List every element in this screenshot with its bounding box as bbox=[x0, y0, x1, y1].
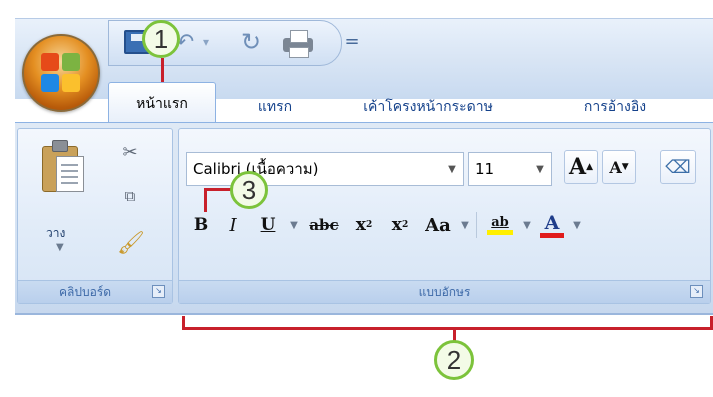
italic-label: I bbox=[229, 214, 237, 236]
clear-formatting-button[interactable]: ⌫ bbox=[660, 150, 696, 184]
font-name-combobox[interactable]: Calibri (เนื้อความ) ▼ bbox=[186, 152, 464, 186]
copy-button[interactable]: ⧉ bbox=[118, 184, 142, 208]
formatting-toolbar: B I U ▼ abc x2 x2 Aa ▼ ab ▼ A ▼ bbox=[186, 208, 706, 242]
customize-quick-access-icon: = bbox=[344, 30, 360, 52]
italic-button[interactable]: I bbox=[216, 209, 250, 241]
chevron-down-icon[interactable]: ▼ bbox=[441, 153, 463, 185]
tab-insert[interactable]: แทรก bbox=[240, 92, 310, 122]
grow-font-label: A bbox=[569, 154, 587, 180]
superscript-button[interactable]: x2 bbox=[382, 209, 418, 241]
callout-2-line bbox=[453, 327, 456, 341]
shrink-font-button[interactable]: A ▼ bbox=[602, 150, 636, 184]
paste-label: วาง bbox=[46, 226, 66, 240]
font-size-value: 11 bbox=[475, 160, 495, 178]
underline-label: U bbox=[260, 215, 276, 235]
callout-1-line bbox=[161, 58, 164, 82]
caret-up-icon: ▲ bbox=[586, 162, 593, 172]
quick-print-icon bbox=[283, 30, 313, 58]
change-case-dropdown[interactable]: ▼ bbox=[458, 209, 472, 241]
redo-button[interactable]: ↻ bbox=[236, 27, 266, 57]
tab-insert-label: แทรก bbox=[257, 99, 293, 115]
undo-dropdown[interactable]: ▾ bbox=[198, 27, 214, 57]
tab-page-layout[interactable]: เค้าโครงหน้ากระดาษ bbox=[338, 92, 518, 122]
office-button[interactable] bbox=[22, 34, 100, 112]
font-launcher-icon[interactable]: ↘ bbox=[690, 285, 703, 298]
callout-2-number: 2 bbox=[446, 344, 462, 375]
highlight-color-swatch bbox=[487, 230, 513, 235]
highlight-label: ab bbox=[491, 215, 509, 230]
office-logo-icon bbox=[41, 53, 81, 93]
callout-1-number: 1 bbox=[153, 23, 169, 54]
change-case-label: Aa bbox=[425, 214, 451, 236]
clipboard-launcher-icon[interactable]: ↘ bbox=[152, 285, 165, 298]
chevron-down-icon: ▾ bbox=[202, 35, 210, 49]
tab-home-label: หน้าแรก bbox=[136, 95, 188, 112]
paste-icon bbox=[42, 140, 86, 196]
separator bbox=[476, 212, 477, 238]
highlight-dropdown[interactable]: ▼ bbox=[519, 209, 535, 241]
callout-2-bracket bbox=[182, 327, 713, 330]
paste-button[interactable]: วาง ▼ bbox=[32, 140, 92, 260]
font-color-label: A bbox=[544, 211, 560, 234]
bold-label: B bbox=[193, 215, 209, 235]
chevron-down-icon: ▼ bbox=[573, 219, 581, 231]
font-color-button[interactable]: A bbox=[535, 209, 569, 241]
chevron-down-icon[interactable]: ▼ bbox=[529, 153, 551, 185]
underline-dropdown[interactable]: ▼ bbox=[286, 209, 302, 241]
chevron-down-icon: ▼ bbox=[56, 242, 64, 253]
font-size-combobox[interactable]: 11 ▼ bbox=[468, 152, 552, 186]
tab-references[interactable]: การอ้างอิง bbox=[560, 92, 670, 122]
clipboard-caption-label: คลิปบอร์ด bbox=[58, 284, 112, 299]
eraser-icon: ⌫ bbox=[665, 156, 691, 178]
paintbrush-icon: 🖌 bbox=[117, 230, 145, 256]
grow-font-button[interactable]: A ▲ bbox=[564, 150, 598, 184]
tab-page-layout-label: เค้าโครงหน้ากระดาษ bbox=[363, 99, 493, 115]
quick-print-button[interactable] bbox=[280, 27, 316, 59]
superscript-marker: 2 bbox=[401, 220, 409, 230]
clipboard-caption: คลิปบอร์ด bbox=[18, 280, 172, 303]
copy-icon: ⧉ bbox=[124, 187, 136, 205]
font-caption: แบบอักษร bbox=[179, 280, 710, 303]
underline-button[interactable]: U bbox=[250, 209, 286, 241]
callout-2: 2 bbox=[434, 340, 474, 380]
redo-icon: ↻ bbox=[240, 28, 262, 56]
superscript-label: x bbox=[391, 215, 402, 235]
subscript-label: x bbox=[355, 215, 366, 235]
callout-1: 1 bbox=[142, 20, 180, 58]
tab-references-label: การอ้างอิง bbox=[583, 99, 647, 115]
font-caption-label: แบบอักษร bbox=[418, 284, 471, 299]
subscript-marker: 2 bbox=[365, 220, 373, 230]
bold-button[interactable]: B bbox=[186, 209, 216, 241]
format-painter-button[interactable]: 🖌 bbox=[116, 228, 146, 258]
strikethrough-label: abc bbox=[309, 216, 339, 234]
highlight-button[interactable]: ab bbox=[481, 209, 519, 241]
font-color-dropdown[interactable]: ▼ bbox=[569, 209, 585, 241]
scissors-icon: ✂ bbox=[122, 141, 138, 163]
change-case-button[interactable]: Aa bbox=[418, 209, 458, 241]
chevron-down-icon: ▼ bbox=[461, 219, 469, 231]
caret-down-icon: ▼ bbox=[621, 162, 629, 172]
callout-3-line bbox=[204, 188, 207, 212]
customize-quick-access-button[interactable]: = bbox=[342, 28, 362, 54]
callout-3-number: 3 bbox=[241, 174, 257, 205]
chevron-down-icon: ▼ bbox=[290, 219, 298, 231]
cut-button[interactable]: ✂ bbox=[118, 140, 142, 164]
callout-3: 3 bbox=[230, 171, 268, 209]
font-color-swatch bbox=[540, 232, 564, 238]
subscript-button[interactable]: x2 bbox=[346, 209, 382, 241]
shrink-font-label: A bbox=[609, 157, 622, 177]
tab-home[interactable]: หน้าแรก bbox=[108, 82, 216, 124]
strikethrough-button[interactable]: abc bbox=[302, 209, 346, 241]
chevron-down-icon: ▼ bbox=[523, 219, 531, 231]
